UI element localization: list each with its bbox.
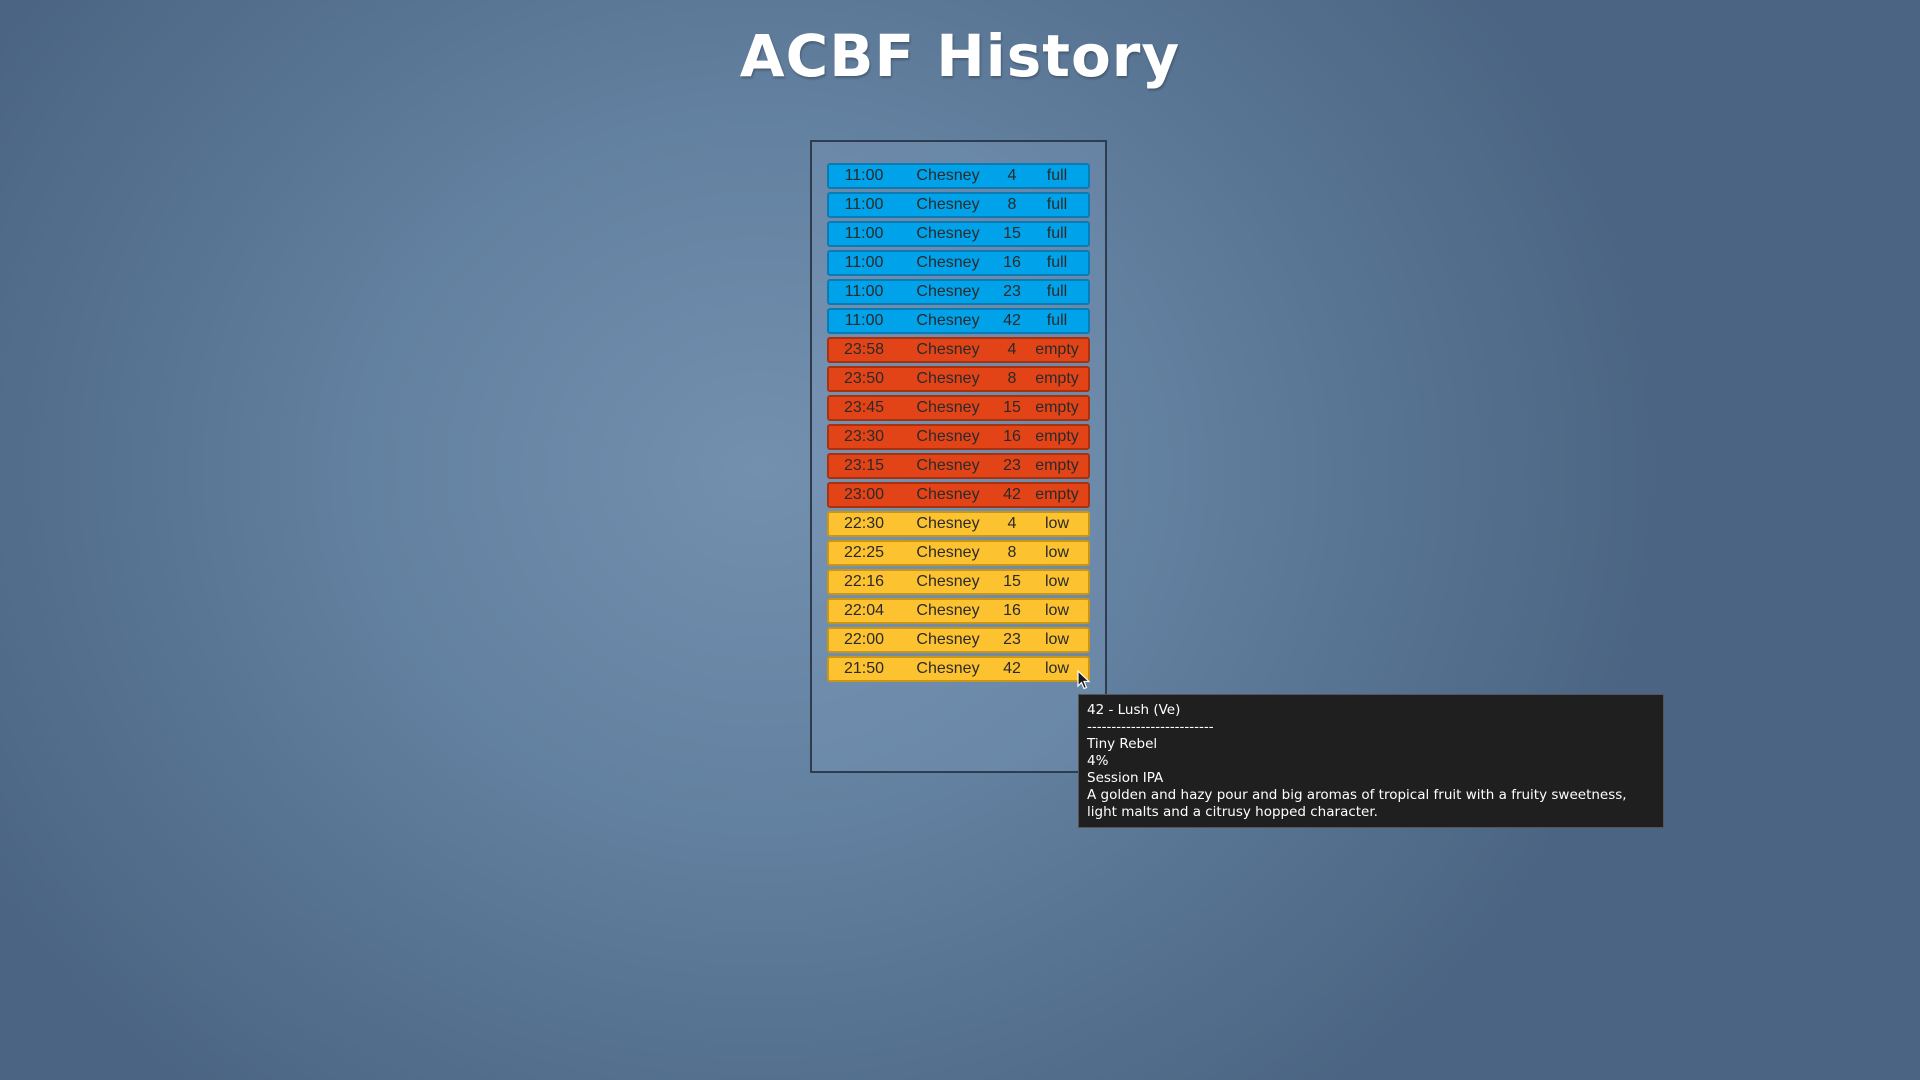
history-row[interactable]: 11:00 Chesney 23 full <box>827 279 1090 305</box>
row-venue: Chesney <box>916 254 980 271</box>
row-status: empty <box>1035 341 1079 358</box>
row-number: 4 <box>1007 515 1017 532</box>
row-status: empty <box>1035 457 1079 474</box>
row-number: 8 <box>1007 544 1017 561</box>
row-time: 11:00 <box>844 254 884 271</box>
row-number: 15 <box>1003 573 1021 590</box>
history-row[interactable]: 22:00 Chesney 23 low <box>827 627 1090 653</box>
page-title: ACBF History <box>739 22 1181 90</box>
row-status: empty <box>1035 428 1079 445</box>
row-time: 11:00 <box>844 225 884 242</box>
row-status: low <box>1044 631 1069 648</box>
row-venue: Chesney <box>916 544 980 561</box>
row-time: 22:30 <box>843 515 885 532</box>
tooltip-abv: 4% <box>1087 753 1109 769</box>
row-status: full <box>1046 283 1068 300</box>
row-time: 23:15 <box>843 457 885 474</box>
row-time: 11:00 <box>844 196 884 213</box>
arrow-cursor-icon <box>1077 670 1091 690</box>
tooltip-divider: -------------------------- <box>1087 719 1214 735</box>
row-time: 23:45 <box>843 399 885 416</box>
row-venue: Chesney <box>916 283 980 300</box>
row-status: full <box>1046 312 1068 329</box>
history-row[interactable]: 11:00 Chesney 15 full <box>827 221 1090 247</box>
history-row[interactable]: 11:00 Chesney 8 full <box>827 192 1090 218</box>
row-status: low <box>1044 602 1069 619</box>
row-venue: Chesney <box>916 312 980 329</box>
row-number: 4 <box>1007 341 1017 358</box>
row-venue: Chesney <box>916 660 980 677</box>
history-row[interactable]: 21:50 Chesney 42 low <box>827 656 1090 682</box>
tooltip-style: Session IPA <box>1087 770 1164 786</box>
row-number: 8 <box>1007 196 1017 213</box>
history-row[interactable]: 11:00 Chesney 16 full <box>827 250 1090 276</box>
row-status: full <box>1046 254 1068 271</box>
row-time: 23:30 <box>843 428 885 445</box>
row-venue: Chesney <box>916 515 980 532</box>
history-row[interactable]: 22:04 Chesney 16 low <box>827 598 1090 624</box>
row-venue: Chesney <box>916 341 980 358</box>
row-status: empty <box>1035 370 1079 387</box>
row-time: 21:50 <box>843 660 885 677</box>
row-number: 42 <box>1003 312 1021 329</box>
row-number: 15 <box>1003 225 1021 242</box>
row-time: 11:00 <box>844 283 884 300</box>
row-number: 42 <box>1003 660 1021 677</box>
row-status: low <box>1044 573 1069 590</box>
history-row[interactable]: 11:00 Chesney 4 full <box>827 163 1090 189</box>
row-venue: Chesney <box>916 428 980 445</box>
row-venue: Chesney <box>916 573 980 590</box>
row-time: 23:50 <box>843 370 885 387</box>
row-venue: Chesney <box>916 370 980 387</box>
row-number: 15 <box>1003 399 1021 416</box>
history-row[interactable]: 23:30 Chesney 16 empty <box>827 424 1090 450</box>
row-venue: Chesney <box>916 457 980 474</box>
row-time: 22:00 <box>843 631 885 648</box>
history-row[interactable]: 22:30 Chesney 4 low <box>827 511 1090 537</box>
row-venue: Chesney <box>916 486 980 503</box>
row-venue: Chesney <box>916 602 980 619</box>
row-time: 11:00 <box>844 167 884 184</box>
row-number: 16 <box>1003 602 1021 619</box>
row-number: 8 <box>1007 370 1017 387</box>
row-number: 16 <box>1003 428 1021 445</box>
row-time: 23:58 <box>843 341 885 358</box>
row-number: 16 <box>1003 254 1021 271</box>
beer-tooltip: 42 - Lush (Ve) -------------------------… <box>1078 694 1664 828</box>
history-row[interactable]: 23:50 Chesney 8 empty <box>827 366 1090 392</box>
row-time: 22:04 <box>843 602 885 619</box>
history-row[interactable]: 23:00 Chesney 42 empty <box>827 482 1090 508</box>
row-venue: Chesney <box>916 631 980 648</box>
row-number: 23 <box>1003 457 1021 474</box>
history-row[interactable]: 22:25 Chesney 8 low <box>827 540 1090 566</box>
history-row[interactable]: 23:58 Chesney 4 empty <box>827 337 1090 363</box>
tooltip-description: A golden and hazy pour and big aromas of… <box>1087 787 1627 820</box>
row-venue: Chesney <box>916 225 980 242</box>
row-time: 22:16 <box>843 573 885 590</box>
row-status: empty <box>1035 486 1079 503</box>
tooltip-brewery: Tiny Rebel <box>1087 736 1158 752</box>
row-status: full <box>1046 196 1068 213</box>
row-number: 42 <box>1003 486 1021 503</box>
row-number: 23 <box>1003 283 1021 300</box>
history-panel: 11:00 Chesney 4 full 11:00 Chesney 8 full 11:00 C… <box>810 140 1107 773</box>
row-status: full <box>1046 167 1068 184</box>
row-status: low <box>1044 544 1069 561</box>
row-status: low <box>1044 515 1069 532</box>
row-status: empty <box>1035 399 1079 416</box>
history-row[interactable]: 11:00 Chesney 42 full <box>827 308 1090 334</box>
history-row[interactable]: 22:16 Chesney 15 low <box>827 569 1090 595</box>
row-venue: Chesney <box>916 196 980 213</box>
history-row[interactable]: 23:45 Chesney 15 empty <box>827 395 1090 421</box>
row-venue: Chesney <box>916 167 980 184</box>
row-time: 23:00 <box>843 486 885 503</box>
row-number: 4 <box>1007 167 1017 184</box>
row-number: 23 <box>1003 631 1021 648</box>
history-row[interactable]: 23:15 Chesney 23 empty <box>827 453 1090 479</box>
row-time: 11:00 <box>844 312 884 329</box>
row-status: full <box>1046 225 1068 242</box>
row-time: 22:25 <box>843 544 885 561</box>
tooltip-heading: 42 - Lush (Ve) <box>1087 702 1181 718</box>
row-venue: Chesney <box>916 399 980 416</box>
